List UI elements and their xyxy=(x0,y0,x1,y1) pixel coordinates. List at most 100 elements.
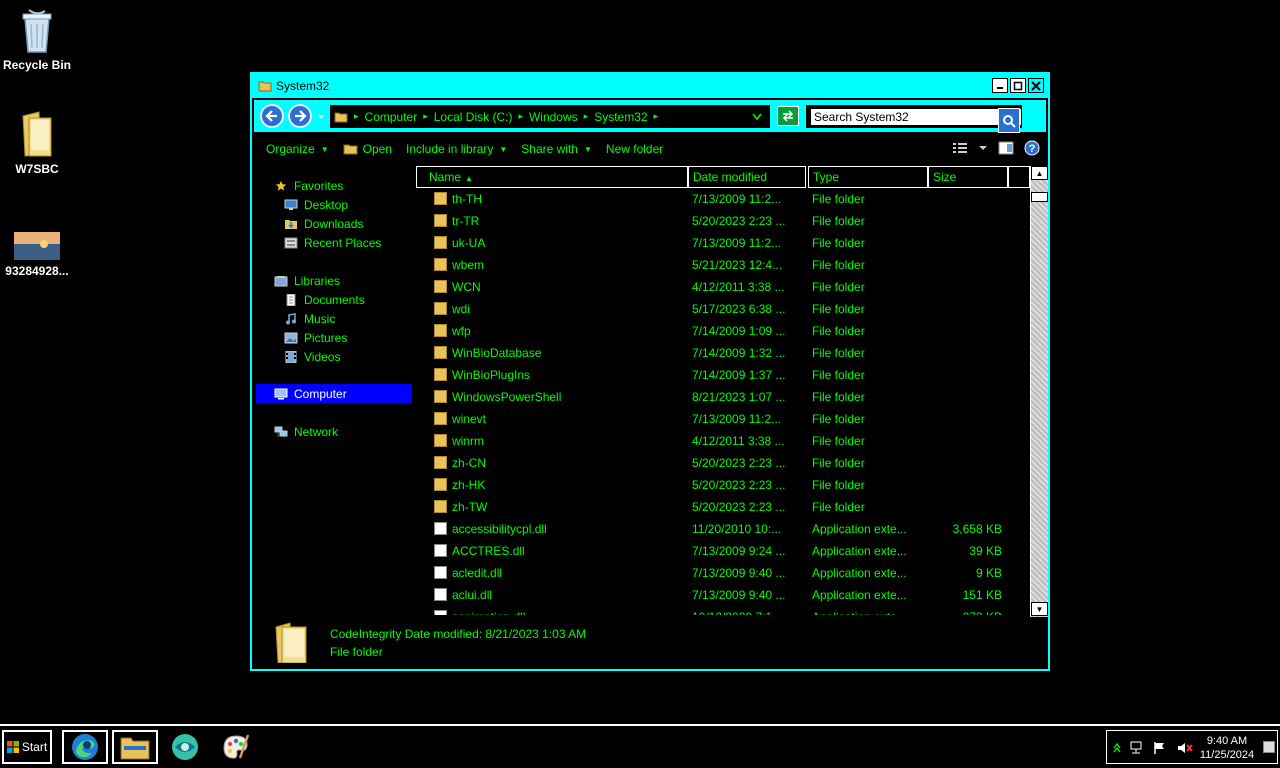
scroll-up-button[interactable]: ▲ xyxy=(1031,166,1048,180)
recycle-bin-desktop-icon[interactable]: Recycle Bin xyxy=(0,8,74,72)
file-row[interactable]: zh-HK 5/20/2023 2:23 ... File folder xyxy=(416,474,1028,496)
file-name: zh-CN xyxy=(452,456,487,470)
preview-pane-icon[interactable] xyxy=(998,141,1014,155)
file-row[interactable]: wfp 7/14/2009 1:09 ... File folder xyxy=(416,320,1028,342)
file-date-modified: 11/20/2010 10:... xyxy=(692,522,782,536)
file-row[interactable]: WCN 4/12/2011 3:38 ... File folder xyxy=(416,276,1028,298)
file-size: 3,658 KB xyxy=(952,522,1002,536)
file-row[interactable]: th-TH 7/13/2009 11:2... File folder xyxy=(416,188,1028,210)
nav-videos-label: Videos xyxy=(304,349,341,364)
refresh-button[interactable] xyxy=(777,106,799,126)
nav-computer[interactable]: Computer xyxy=(256,384,412,403)
details-name-line: CodeIntegrity Date modified: 8/21/2023 1… xyxy=(330,627,587,641)
clock[interactable]: 9:40 AM 11/25/2024 xyxy=(1195,734,1259,762)
column-header-name[interactable]: Name ▲ xyxy=(416,166,688,188)
w7sbc-desktop-icon[interactable]: W7SBC xyxy=(0,110,74,176)
folder-icon xyxy=(434,434,447,447)
start-button[interactable]: Start xyxy=(2,730,52,764)
file-row[interactable]: WinBioDatabase 7/14/2009 1:32 ... File fol… xyxy=(416,342,1028,364)
open-button[interactable]: Open xyxy=(343,142,392,156)
file-name: winevt xyxy=(452,412,487,426)
minimize-button[interactable] xyxy=(992,78,1008,93)
show-desktop-button[interactable] xyxy=(1263,741,1275,753)
taskbar: Start 9:40 AM 11/25/2024 xyxy=(0,724,1280,768)
recent-pages-chevron-icon[interactable] xyxy=(317,113,325,121)
breadcrumb-windows[interactable]: Windows xyxy=(529,110,578,124)
search-button[interactable] xyxy=(998,108,1020,133)
title-bar[interactable]: System32 xyxy=(252,74,1048,98)
breadcrumb-separator-icon[interactable]: ▸ xyxy=(518,111,523,122)
breadcrumb-computer[interactable]: Computer xyxy=(365,110,418,124)
file-row[interactable]: WinBioPlugIns 7/14/2009 1:37 ... File fold… xyxy=(416,364,1028,386)
nav-favorites-label: Favorites xyxy=(294,178,344,193)
column-header-date-modified[interactable]: Date modified xyxy=(688,166,806,188)
taskbar-globe-app[interactable] xyxy=(162,730,208,764)
file-row[interactable]: ACCTRES.dll 7/13/2009 9:24 ... Application… xyxy=(416,540,1028,562)
file-date-modified: 5/20/2023 2:23 ... xyxy=(692,456,786,470)
volume-muted-icon[interactable] xyxy=(1177,741,1193,755)
column-header-size[interactable]: Size xyxy=(928,166,1008,188)
scroll-down-button[interactable]: ▼ xyxy=(1031,602,1048,616)
include-in-library-menu[interactable]: Include in library ▼ xyxy=(406,142,507,156)
breadcrumb-separator-icon[interactable]: ▸ xyxy=(584,111,589,122)
organize-menu[interactable]: Organize ▼ xyxy=(266,142,329,156)
navigation-pane: Favorites Desktop Downloads Recent Place… xyxy=(256,170,412,610)
column-header-extra[interactable] xyxy=(1008,166,1030,188)
new-folder-button[interactable]: New folder xyxy=(606,142,663,156)
image-file-desktop-icon[interactable]: 93284928... xyxy=(0,232,74,278)
network-tray-icon[interactable] xyxy=(1129,741,1145,755)
w7sbc-label: W7SBC xyxy=(15,162,59,176)
window-title: System32 xyxy=(276,79,330,93)
file-row[interactable]: wdi 5/17/2023 6:38 ... File folder xyxy=(416,298,1028,320)
view-chevron-down-icon[interactable] xyxy=(978,144,988,152)
nav-network[interactable]: Network xyxy=(274,422,430,441)
nav-favorites[interactable]: Favorites xyxy=(274,176,430,195)
maximize-button[interactable] xyxy=(1010,78,1026,93)
taskbar-paint[interactable] xyxy=(212,730,258,764)
arrow-right-icon xyxy=(295,110,307,122)
breadcrumb-separator-icon[interactable]: ▸ xyxy=(354,111,359,122)
folder-icon xyxy=(434,280,447,293)
file-row[interactable]: winevt 7/13/2009 11:2... File folder xyxy=(416,408,1028,430)
vertical-scrollbar[interactable]: ▲ ▼ xyxy=(1030,166,1048,617)
search-input[interactable] xyxy=(810,108,1022,126)
file-row[interactable]: tr-TR 5/20/2023 2:23 ... File folder xyxy=(416,210,1028,232)
help-icon[interactable]: ? xyxy=(1024,140,1040,156)
explorer-window: System32 ▸ Computer ▸ Local Disk (C:) ▸ … xyxy=(250,72,1050,671)
file-row[interactable]: acpimation.dll 10/12/2020 7:1... Applicati… xyxy=(416,606,1028,615)
nav-libraries[interactable]: Libraries xyxy=(274,271,430,290)
file-row[interactable]: aclui.dll 7/13/2009 9:40 ... Application e… xyxy=(416,584,1028,606)
file-row[interactable]: uk-UA 7/13/2009 11:2... File folder xyxy=(416,232,1028,254)
column-header-type[interactable]: Type xyxy=(808,166,928,188)
file-row[interactable]: zh-CN 5/20/2023 2:23 ... File folder xyxy=(416,452,1028,474)
nav-computer-label: Computer xyxy=(294,386,347,401)
file-row[interactable]: acledit.dll 7/13/2009 9:40 ... Application… xyxy=(416,562,1028,584)
share-with-menu[interactable]: Share with ▼ xyxy=(521,142,592,156)
breadcrumb-local-disk[interactable]: Local Disk (C:) xyxy=(434,110,513,124)
file-name: WinBioDatabase xyxy=(452,346,542,360)
file-row[interactable]: wbem 5/21/2023 12:4... File folder xyxy=(416,254,1028,276)
close-button[interactable] xyxy=(1028,78,1044,93)
scroll-thumb[interactable] xyxy=(1031,192,1048,202)
breadcrumb-separator-icon[interactable]: ▸ xyxy=(654,111,659,122)
file-name: uk-UA xyxy=(452,236,486,250)
file-name: winrm xyxy=(452,434,484,448)
address-breadcrumb[interactable]: ▸ Computer ▸ Local Disk (C:) ▸ Windows ▸… xyxy=(329,104,771,129)
show-hidden-icons-chevron-icon[interactable] xyxy=(1113,742,1121,754)
taskbar-edge[interactable] xyxy=(62,730,108,764)
address-dropdown-icon[interactable] xyxy=(752,113,762,121)
file-row[interactable]: winrm 4/12/2011 3:38 ... File folder xyxy=(416,430,1028,452)
action-center-flag-icon[interactable] xyxy=(1153,741,1167,755)
file-type: Application exte... xyxy=(812,544,907,558)
file-row[interactable]: WindowsPowerShell 8/21/2023 1:07 ... File … xyxy=(416,386,1028,408)
taskbar-file-explorer[interactable] xyxy=(112,730,158,764)
breadcrumb-system32[interactable]: System32 xyxy=(594,110,647,124)
forward-button[interactable] xyxy=(288,104,312,128)
back-button[interactable] xyxy=(260,104,284,128)
edge-browser-icon xyxy=(72,734,98,760)
view-options-icon[interactable] xyxy=(952,141,968,155)
file-row[interactable]: accessibilitycpl.dll 11/20/2010 10:... App… xyxy=(416,518,1028,540)
refresh-icon xyxy=(782,110,794,122)
breadcrumb-separator-icon[interactable]: ▸ xyxy=(423,111,428,122)
file-row[interactable]: zh-TW 5/20/2023 2:23 ... File folder xyxy=(416,496,1028,518)
